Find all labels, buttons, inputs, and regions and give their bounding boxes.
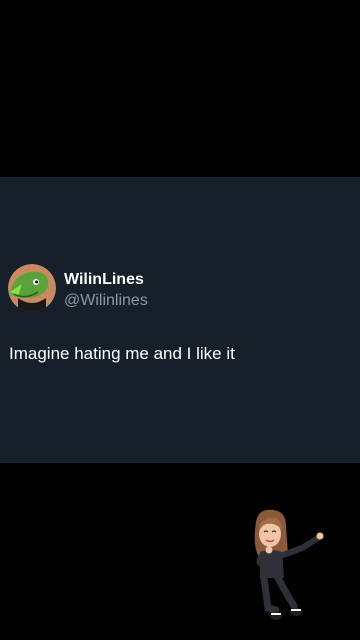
tweet-card[interactable]: WilinLines @Wilinlines Imagine hating me… — [0, 177, 360, 463]
green-character-avatar-icon[interactable] — [8, 264, 56, 312]
dancing-avatar-sticker-icon — [242, 508, 326, 626]
display-name[interactable]: WilinLines — [64, 270, 144, 290]
user-handle[interactable]: @Wilinlines — [64, 291, 148, 311]
tweet-text: Imagine hating me and I like it — [9, 344, 235, 363]
